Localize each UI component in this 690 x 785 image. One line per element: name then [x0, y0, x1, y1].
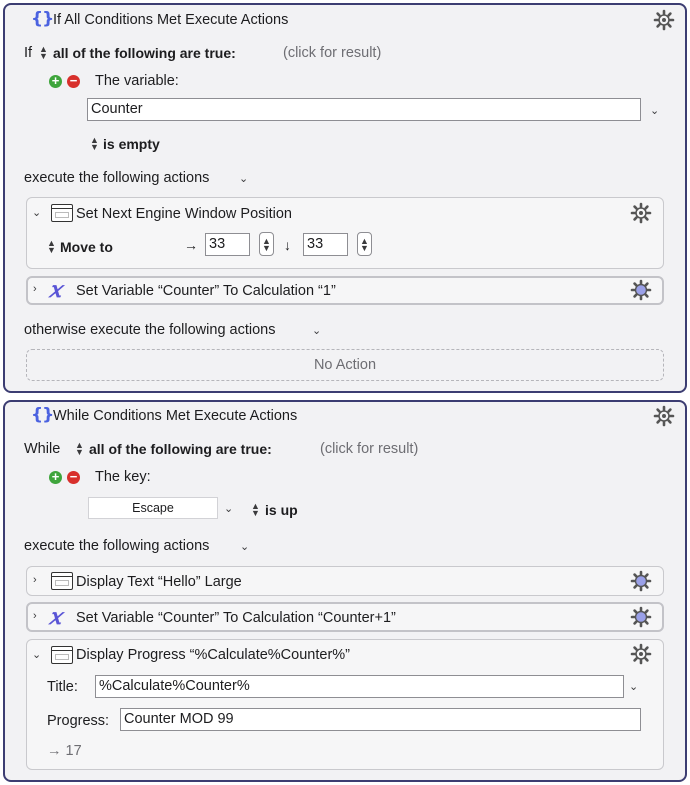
while-execute-chevron-icon[interactable]: ⌄ — [240, 540, 249, 553]
if-then-brace-icon: {} — [31, 9, 54, 29]
progress-result-text: → 17 — [47, 743, 82, 759]
variable-operator-select[interactable]: is empty — [103, 136, 160, 152]
action-title[interactable]: Set Next Engine Window Position — [76, 206, 292, 222]
variable-x-icon: 𝑥 — [49, 277, 62, 303]
while-mode-updown-icon[interactable]: ▲ ▼ — [75, 441, 84, 457]
expand-chevron-icon[interactable]: › — [33, 574, 37, 586]
move-mode-updown-icon[interactable]: ▲ ▼ — [47, 239, 56, 255]
move-to-select[interactable]: Move to — [60, 239, 113, 255]
remove-condition-icon[interactable]: − — [67, 470, 80, 484]
action-title[interactable]: Set Variable “Counter” To Calculation “1… — [76, 283, 336, 299]
condition-mode-updown-icon[interactable]: ▲ ▼ — [39, 45, 48, 61]
key-condition-label: The key: — [95, 469, 151, 485]
if-execute-label: execute the following actions — [24, 170, 210, 186]
expand-chevron-icon[interactable]: › — [33, 610, 37, 622]
if-label: If — [24, 45, 33, 61]
while-execute-label: execute the following actions — [24, 538, 210, 554]
action-title[interactable]: Display Text “Hello” Large — [76, 574, 242, 590]
arrow-down-icon: ↓ — [284, 237, 291, 253]
expand-chevron-icon[interactable]: › — [33, 283, 37, 295]
progress-title-chevron-icon[interactable]: ⌄ — [629, 680, 638, 693]
while-brace-icon: {} — [31, 405, 54, 425]
variable-x-icon: 𝑥 — [49, 604, 62, 630]
no-action-label: No Action — [313, 357, 377, 373]
window-icon — [51, 204, 73, 222]
action-gear-icon[interactable] — [630, 606, 652, 628]
if-click-for-result[interactable]: (click for result) — [283, 45, 381, 61]
variable-menu-chevron-icon[interactable]: ⌄ — [650, 104, 659, 117]
while-block-gear-icon[interactable] — [653, 405, 675, 427]
progress-title-field[interactable]: %Calculate%Counter% — [95, 675, 624, 698]
key-select[interactable]: Escape — [88, 497, 218, 519]
while-click-for-result[interactable]: (click for result) — [320, 441, 418, 457]
action-title[interactable]: Set Variable “Counter” To Calculation “C… — [76, 610, 396, 626]
move-y-stepper[interactable]: ▲ ▼ — [357, 232, 372, 256]
window-icon — [51, 572, 73, 590]
arrow-right-icon: → — [184, 237, 198, 253]
operator-updown-icon[interactable]: ▲ ▼ — [90, 136, 99, 152]
if-block-title[interactable]: If All Conditions Met Execute Actions — [53, 12, 288, 28]
move-x-stepper[interactable]: ▲ ▼ — [259, 232, 274, 256]
move-x-field[interactable]: 33 — [205, 233, 250, 256]
action-gear-icon[interactable] — [630, 643, 652, 665]
while-label: While — [24, 441, 61, 457]
add-condition-icon[interactable]: + — [49, 470, 62, 484]
progress-value-field[interactable]: Counter MOD 99 — [120, 708, 641, 731]
action-gear-icon[interactable] — [630, 570, 652, 592]
remove-condition-icon[interactable]: − — [67, 74, 80, 88]
progress-title-label: Title: — [47, 679, 78, 695]
while-condition-mode-select[interactable]: all of the following are true: — [89, 441, 272, 457]
action-gear-icon[interactable] — [630, 202, 652, 224]
action-title[interactable]: Display Progress “%Calculate%Counter%” — [76, 647, 350, 663]
move-y-field[interactable]: 33 — [303, 233, 348, 256]
action-gear-icon[interactable] — [630, 279, 652, 301]
otherwise-label: otherwise execute the following actions — [24, 322, 276, 338]
key-select-value: Escape — [132, 501, 174, 515]
collapse-chevron-icon[interactable]: ⌄ — [32, 648, 41, 661]
key-state-select[interactable]: is up — [265, 502, 298, 518]
otherwise-chevron-icon[interactable]: ⌄ — [312, 324, 321, 337]
if-block-gear-icon[interactable] — [653, 9, 675, 31]
collapse-chevron-icon[interactable]: ⌄ — [32, 206, 41, 219]
window-icon — [51, 646, 73, 664]
variable-name-field[interactable]: Counter — [87, 98, 641, 121]
condition-type-label: The variable: — [95, 73, 179, 89]
progress-label: Progress: — [47, 713, 110, 729]
key-select-chevron-icon[interactable]: ⌄ — [224, 502, 233, 515]
if-condition-mode-select[interactable]: all of the following are true: — [53, 45, 236, 61]
no-action-placeholder[interactable]: No Action — [26, 349, 664, 381]
add-condition-icon[interactable]: + — [49, 74, 62, 88]
while-block-title[interactable]: While Conditions Met Execute Actions — [53, 408, 297, 424]
key-state-updown-icon[interactable]: ▲ ▼ — [251, 502, 260, 518]
if-execute-chevron-icon[interactable]: ⌄ — [239, 172, 248, 185]
